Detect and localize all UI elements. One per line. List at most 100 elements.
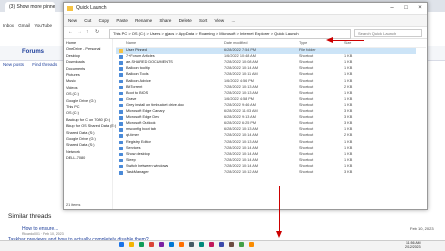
- file-date: 1/6/2022 4:56 PM: [224, 78, 254, 83]
- browser-tab[interactable]: (3) Show more pinned tab...: [5, 2, 55, 12]
- toolbar-view[interactable]: View: [215, 18, 225, 23]
- up-arrow-icon[interactable]: ↑: [86, 29, 89, 35]
- toolbar-rename[interactable]: Rename: [135, 18, 152, 23]
- file-row[interactable]: Switch between windows 7/28/2022 10:14 AM…: [116, 164, 416, 170]
- toolbar-new[interactable]: New: [68, 18, 77, 23]
- nav-item[interactable]: OS (C:): [66, 111, 112, 115]
- nav-item[interactable]: Shared Data (S:): [66, 131, 112, 135]
- taskbar-app-icon[interactable]: [169, 242, 174, 247]
- toolbar-share[interactable]: Share: [159, 18, 171, 23]
- nav-item[interactable]: Desktop: [66, 54, 112, 58]
- file-row[interactable]: msconfig boot tab 6/28/2022 10:13 AM Short…: [116, 127, 416, 133]
- file-row[interactable]: Microsoft Edge Dev 6/28/2022 9:13 AM Short…: [116, 115, 416, 121]
- file-row[interactable]: BitTorrent 7/28/2022 10:13 AM Shortcut 2 KB: [116, 85, 416, 91]
- forward-arrow-icon[interactable]: →: [77, 29, 82, 35]
- subnav-item[interactable]: Find threads: [32, 62, 57, 67]
- nav-item[interactable]: Videos: [66, 86, 112, 90]
- maximize-button[interactable]: □: [399, 3, 413, 14]
- file-row[interactable]: Sleep 7/28/2022 10:14 AM Shortcut 1 KB: [116, 158, 416, 164]
- file-row[interactable]: Boot to BIOS 7/28/2022 10:13 AM Shortcut 1 …: [116, 91, 416, 97]
- file-row[interactable]: qt-timer 7/28/2022 10:14 AM Shortcut 2 KB: [116, 133, 416, 139]
- file-row[interactable]: Registry Editor 7/28/2022 10:13 AM Shortcu…: [116, 140, 416, 146]
- file-row[interactable]: Grey install on timbucket drive.doc 7/28/…: [116, 103, 416, 109]
- nav-item[interactable]: Bkup for OS Shared Data (E:): [66, 124, 116, 128]
- toolbar-sort[interactable]: Sort: [199, 18, 207, 23]
- file-name: msconfig boot tab: [126, 127, 156, 132]
- search-input[interactable]: Search Quick Launch: [354, 29, 422, 37]
- close-button[interactable]: ×: [413, 3, 427, 14]
- bookmark-item[interactable]: YouTube: [34, 23, 52, 28]
- back-arrow-icon[interactable]: ←: [68, 29, 73, 35]
- nav-item[interactable]: DELL-7080: [66, 156, 112, 160]
- minimize-button[interactable]: –: [385, 3, 399, 14]
- nav-item[interactable]: This PC: [66, 105, 112, 109]
- toolbar-copy[interactable]: Copy: [99, 18, 110, 23]
- taskbar-clock[interactable]: 11:56 AM 2/12/2023: [405, 241, 421, 250]
- taskbar-app-icon[interactable]: [129, 242, 134, 247]
- file-row[interactable]: User Pinned 6/28/2022 7:54 PM File folder: [116, 48, 416, 54]
- file-size: 3 KB: [344, 115, 353, 120]
- file-row[interactable]: Microsoft Edge Canary 6/28/2022 11:03 AM S…: [116, 109, 416, 115]
- taskbar-app-icon[interactable]: [179, 242, 184, 247]
- column-size[interactable]: Size: [344, 41, 351, 45]
- address-bar[interactable]: This PC > OS (C:) > Users > gjacs > AppD…: [109, 29, 351, 39]
- taskbar-app-icon[interactable]: [219, 242, 224, 247]
- nav-item[interactable]: Pictures: [66, 73, 112, 77]
- file-row[interactable]: Balloon tooltip 7/28/2022 10:14 AM Shortcu…: [116, 66, 416, 72]
- column-type[interactable]: Type: [299, 41, 307, 45]
- file-row[interactable]: Balloon Tools 7/28/2022 10:11 AM Shortcut 1…: [116, 72, 416, 78]
- nav-item[interactable]: OneDrive - Personal: [66, 47, 112, 51]
- nav-item[interactable]: Downloads: [66, 60, 112, 64]
- file-row[interactable]: TaskManager 7/28/2022 10:12 AM Shortcut 3 K…: [116, 170, 416, 176]
- taskbar-app-icon[interactable]: [239, 242, 244, 247]
- file-row[interactable]: ae-SHARED DOCUMENTS 7/28/2022 10:08 AM Sho…: [116, 60, 416, 66]
- file-name: 7+Forum Articles: [126, 54, 155, 59]
- shortcut-icon: [119, 158, 123, 163]
- nav-item[interactable]: Backup for C on 7080 (D:): [66, 118, 112, 122]
- nav-item[interactable]: Home: [66, 41, 112, 45]
- refresh-icon[interactable]: ↻: [95, 29, 99, 35]
- file-size: 2 KB: [344, 133, 353, 138]
- annotation-arrow: [279, 186, 280, 234]
- nav-item[interactable]: OS (C:): [66, 92, 112, 96]
- nav-item[interactable]: Shared Data (S:): [66, 143, 112, 147]
- file-size: 1 KB: [344, 157, 353, 162]
- bookmark-item[interactable]: Inbox: [3, 23, 14, 28]
- nav-item[interactable]: Google Drive (G:): [66, 99, 112, 103]
- toolbar-more[interactable]: ...: [231, 18, 235, 23]
- taskbar-app-icon[interactable]: [189, 242, 194, 247]
- nav-item[interactable]: Google Drive (G:): [66, 137, 112, 141]
- forums-link[interactable]: Forums: [22, 49, 44, 55]
- annotation-arrow: [332, 40, 364, 41]
- bookmark-item[interactable]: Gmail: [18, 23, 30, 28]
- file-row[interactable]: Microsoft Outlook 6/28/2022 6:25 PM Shortc…: [116, 121, 416, 127]
- taskbar-app-icon[interactable]: [149, 242, 154, 247]
- file-row[interactable]: Services 7/28/2022 10:14 AM Shortcut 1 KB: [116, 146, 416, 152]
- taskbar-app-icon[interactable]: [139, 242, 144, 247]
- column-date-modified[interactable]: Date modified: [224, 41, 247, 45]
- taskbar-app-icon[interactable]: [159, 242, 164, 247]
- file-date: 7/28/2022 10:13 AM: [224, 139, 258, 144]
- nav-item[interactable]: Music: [66, 79, 112, 83]
- file-date: 1/6/2022 4:58 PM: [224, 96, 254, 101]
- file-size: 1 KB: [344, 127, 353, 132]
- file-row[interactable]: 7+Forum Articles 1/6/2022 10:48 AM Shortcu…: [116, 54, 416, 60]
- taskbar-app-icon[interactable]: [249, 242, 254, 247]
- file-name: Microsoft Edge Dev: [126, 115, 160, 120]
- taskbar-app-icon[interactable]: [199, 242, 204, 247]
- file-row[interactable]: Grave 1/6/2022 4:58 PM Shortcut 1 KB: [116, 97, 416, 103]
- toolbar-cut[interactable]: Cut: [84, 18, 91, 23]
- subnav-item[interactable]: New posts: [3, 62, 24, 67]
- toolbar-paste[interactable]: Paste: [116, 18, 128, 23]
- nav-item[interactable]: Documents: [66, 67, 112, 71]
- column-header-row: Name Date modified Type Size: [116, 40, 426, 48]
- file-row[interactable]: Balloon Advice 1/6/2022 4:56 PM Shortcut 1 …: [116, 79, 416, 85]
- taskbar-app-icon[interactable]: [119, 242, 124, 247]
- column-name[interactable]: Name: [126, 41, 136, 45]
- taskbar-app-icon[interactable]: [229, 242, 234, 247]
- explorer-titlebar[interactable]: [64, 3, 427, 15]
- toolbar-delete[interactable]: Delete: [179, 18, 192, 23]
- nav-item[interactable]: Network: [66, 150, 112, 154]
- file-row[interactable]: Show desktop 7/28/2022 10:14 AM Shortcut 1 …: [116, 152, 416, 158]
- taskbar-app-icon[interactable]: [209, 242, 214, 247]
